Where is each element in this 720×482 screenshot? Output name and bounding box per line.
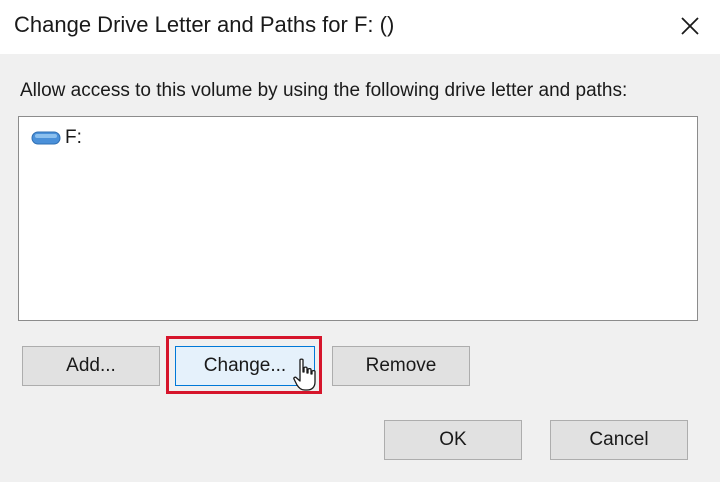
add-button[interactable]: Add... bbox=[22, 346, 160, 386]
close-button[interactable] bbox=[668, 6, 712, 46]
remove-button[interactable]: Remove bbox=[332, 346, 470, 386]
cancel-button[interactable]: Cancel bbox=[550, 420, 688, 460]
list-item-label: F: bbox=[65, 127, 82, 148]
drive-icon bbox=[31, 131, 61, 145]
list-item[interactable]: F: bbox=[31, 127, 82, 149]
instruction-label: Allow access to this volume by using the… bbox=[20, 80, 628, 101]
window-title: Change Drive Letter and Paths for F: () bbox=[14, 12, 395, 37]
change-drive-letter-dialog: Change Drive Letter and Paths for F: () … bbox=[0, 0, 720, 482]
close-icon bbox=[681, 17, 699, 35]
title-bar: Change Drive Letter and Paths for F: () bbox=[0, 0, 720, 54]
dialog-content: Allow access to this volume by using the… bbox=[0, 54, 720, 482]
ok-button[interactable]: OK bbox=[384, 420, 522, 460]
paths-listbox[interactable]: F: bbox=[18, 116, 698, 321]
change-button[interactable]: Change... bbox=[175, 346, 315, 386]
